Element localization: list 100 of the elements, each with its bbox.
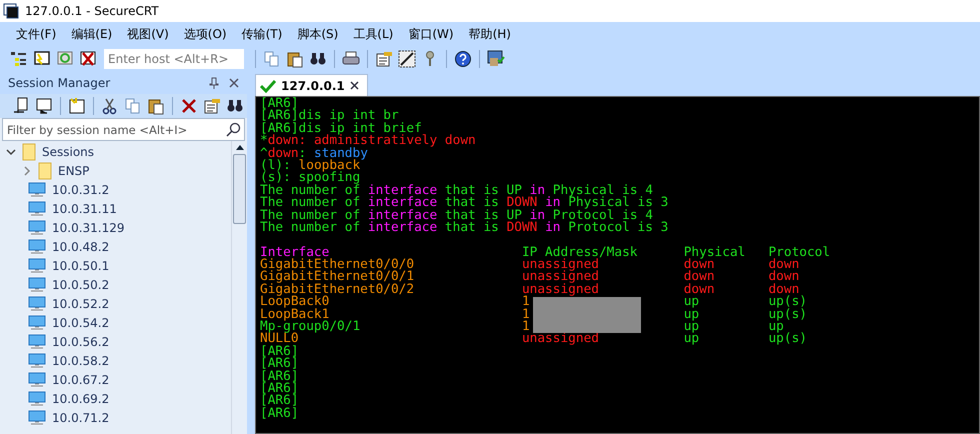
monitor-icon [28,372,46,388]
monitor-icon [28,410,46,426]
pin-icon[interactable] [209,77,219,89]
table-cell: 1 [522,296,530,309]
app-window-icon [3,3,19,19]
menu-item[interactable]: 窗口(W) [402,26,463,42]
session-label[interactable]: 10.0.50.2 [52,278,110,292]
menu-item[interactable]: 传输(T) [236,26,292,42]
terminal-line: [AR6]dis ip int brief [260,122,422,136]
copy-icon[interactable] [124,97,142,115]
filter-field[interactable]: Filter by session name <Alt+I> [2,118,245,141]
tree-view-icon[interactable] [10,50,28,68]
table-cell: down [684,284,715,296]
table-cell: 1 [522,308,530,322]
table-cell: unassigned [522,271,599,284]
menu-item[interactable]: 帮助(H) [462,26,520,42]
connect-in-tab-icon[interactable] [35,97,53,115]
menu-item[interactable]: 编辑(E) [65,26,122,42]
close-icon[interactable] [350,81,359,90]
keymap-icon[interactable] [398,50,416,68]
table-cell: 1 [522,321,530,334]
monitor-icon [28,314,46,330]
window-title: 127.0.0.1 - SecureCRT [25,4,159,18]
monitor-icon [28,238,46,254]
lightning-monitor-icon[interactable] [33,50,51,68]
table-cell: up(s) [768,333,807,346]
table-cell: NULL0 [260,333,299,346]
session-label[interactable]: 10.0.50.1 [52,258,110,272]
host-field[interactable]: Enter host <Alt+R> [104,49,244,69]
session-label[interactable]: 10.0.71.2 [52,410,110,424]
table-cell: down [768,259,800,272]
session-label[interactable]: 10.0.54.2 [52,316,110,330]
table-cell: down [684,271,715,284]
monitor-icon [28,258,46,274]
properties-icon[interactable] [203,97,221,115]
session-label[interactable]: 10.0.56.2 [52,334,110,348]
session-label[interactable]: 10.0.52.2 [52,296,110,310]
paste-icon[interactable] [286,50,304,68]
chevron-down-icon[interactable] [6,146,16,156]
table-cell: GigabitEthernet0/0/2 [260,284,414,296]
session-label[interactable]: 10.0.58.2 [52,354,110,368]
monitor-icon [28,182,46,198]
folder-label[interactable]: ENSP [58,164,90,178]
menu-item[interactable]: 脚本(S) [291,26,348,42]
menu-item[interactable]: 选项(O) [178,26,236,42]
table-cell: down [768,271,800,284]
terminal-line: (s): spoofing [260,172,362,185]
properties-icon[interactable] [375,50,393,68]
table-cell: down [768,284,800,296]
table-cell: down [684,259,715,272]
sftp-icon[interactable] [487,50,505,68]
table-cell: LoopBack0 [260,296,330,309]
session-label[interactable]: 10.0.48.2 [52,240,110,254]
search-icon[interactable] [225,122,241,138]
terminal-line: The number of interface that is UP in Physical is 4 [260,184,654,198]
session-label[interactable]: 10.0.69.2 [52,392,110,406]
scroll-thumb[interactable] [233,154,246,224]
menu-item[interactable]: 文件(F) [10,26,66,42]
delete-icon[interactable] [180,97,198,115]
menu-item[interactable]: 工具(L) [347,26,402,42]
menu-item[interactable]: 视图(V) [121,26,178,42]
session-label[interactable]: 10.0.31.2 [52,182,110,196]
table-cell: up [684,321,700,334]
session-tab[interactable]: 127.0.0.1 [255,74,368,96]
disconnect-icon[interactable] [79,50,97,68]
table-cell: Mp-group0/0/1 [260,321,360,334]
help-icon[interactable] [454,50,472,68]
paste-icon[interactable] [147,97,165,115]
monitor-icon [28,220,46,236]
terminal-line: [AR6] [260,395,300,408]
copy-icon[interactable] [263,50,281,68]
session-label[interactable]: 10.0.67.2 [52,372,110,386]
session-label[interactable]: 10.0.31.129 [52,220,125,234]
column-header: Physical [684,246,746,260]
session-label[interactable]: 10.0.31.11 [52,202,117,216]
table-cell: GigabitEthernet0/0/0 [260,259,414,272]
terminal-line: [AR6] [260,346,300,358]
table-cell: up(s) [768,296,807,309]
folder-icon [38,162,52,180]
table-cell: up [684,308,700,322]
monitor-icon [28,276,46,292]
terminal-line: [AR6] [260,382,300,396]
column-header: Interface [260,246,330,260]
monitor-icon [28,200,46,216]
close-icon[interactable] [229,78,239,88]
terminal-line: The number of interface that is DOWN in Protocol is 3 [260,222,670,234]
monitor-icon [28,296,46,312]
scrollbar[interactable] [231,141,247,434]
new-session-icon[interactable] [68,97,86,115]
terminal-line: The number of interface that is UP in Protocol is 4 [260,210,654,222]
table-cell: unassigned [522,333,599,346]
cut-icon[interactable] [101,97,119,115]
terminal-line: [AR6] [260,408,300,420]
folder-label[interactable]: Sessions [42,144,94,158]
terminal-line: [AR6] [260,98,299,110]
chevron-right-icon[interactable] [22,166,32,176]
terminal-line: (l): loopback [260,160,360,172]
panel-title: Session Manager [8,76,112,90]
connect-icon[interactable] [12,97,30,115]
table-cell: GigabitEthernet0/0/1 [260,271,414,284]
